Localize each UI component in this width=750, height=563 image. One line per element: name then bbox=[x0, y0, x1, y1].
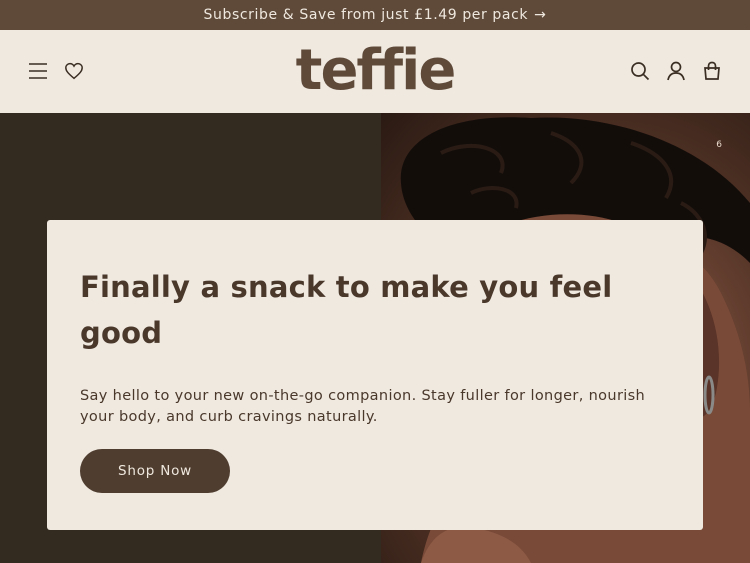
announcement-text[interactable]: Subscribe & Save from just £1.49 per pac… bbox=[204, 7, 529, 23]
hero-section: 6 Finally a snack to make you feel good … bbox=[0, 113, 750, 563]
bag-icon[interactable] bbox=[700, 59, 724, 83]
account-icon[interactable] bbox=[664, 59, 688, 83]
announcement-bar[interactable]: Subscribe & Save from just £1.49 per pac… bbox=[0, 0, 750, 30]
slide-indicator: 6 bbox=[716, 140, 722, 150]
hero-description: Say hello to your new on-the-go companio… bbox=[80, 388, 646, 425]
search-icon[interactable] bbox=[628, 59, 652, 83]
hero-content-card: Finally a snack to make you feel good Sa… bbox=[47, 220, 703, 530]
hero-headline: Finally a snack to make you feel good bbox=[80, 270, 613, 350]
shop-now-button[interactable]: Shop Now bbox=[80, 449, 230, 493]
arrow-right-icon: → bbox=[534, 7, 547, 23]
site-header: teffie bbox=[0, 30, 750, 113]
